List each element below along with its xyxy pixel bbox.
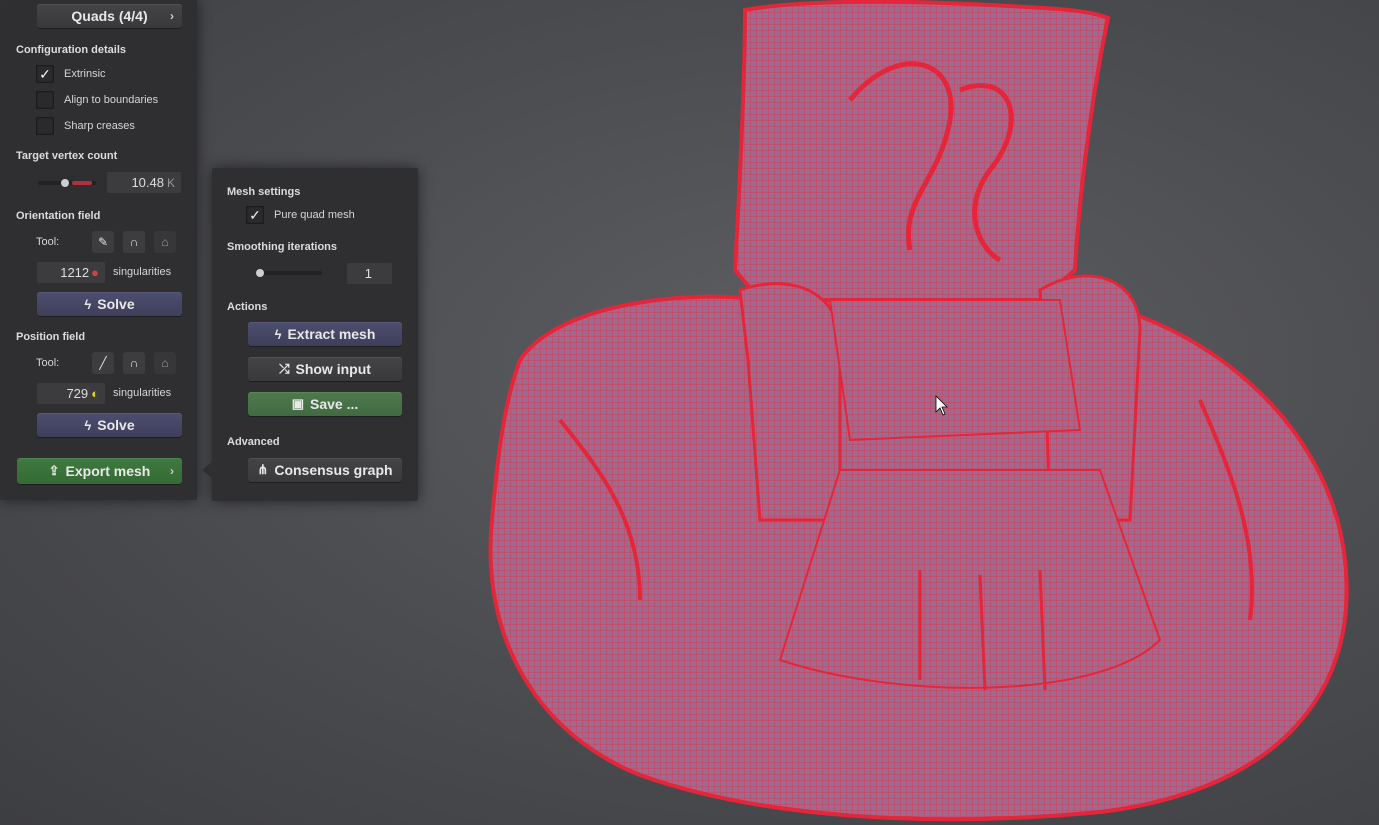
ghost-icon[interactable]: ⌂	[154, 352, 176, 374]
checkmark-icon: ✓	[39, 65, 51, 82]
vertex-count-value: 10.48	[131, 175, 164, 190]
extrinsic-checkbox-row[interactable]: ✓ Extrinsic	[36, 64, 106, 84]
export-icon: ⇪	[48, 463, 60, 478]
position-count: 729	[66, 386, 89, 401]
vertex-count-unit: K	[166, 175, 175, 190]
vertex-section-title: Target vertex count	[16, 150, 118, 162]
mesh-settings-title: Mesh settings	[227, 186, 301, 198]
popup-pointer	[202, 462, 212, 478]
show-input-label: Show input	[295, 361, 371, 377]
align-checkbox-row[interactable]: Align to boundaries	[36, 90, 158, 110]
chair-mesh	[488, 0, 1349, 822]
orientation-section-title: Orientation field	[16, 210, 101, 222]
vertex-slider-knob[interactable]	[61, 179, 69, 187]
magnet-icon[interactable]: ∩	[123, 352, 145, 374]
orientation-solve-button[interactable]: ϟ Solve	[37, 292, 182, 316]
smoothing-title: Smoothing iterations	[227, 241, 337, 253]
mode-select-button[interactable]: Quads (4/4) ›	[37, 4, 182, 28]
graph-icon: ⋔	[257, 462, 269, 477]
advanced-title: Advanced	[227, 436, 280, 448]
save-label: Save ...	[310, 396, 359, 412]
singularity-indicator-icon: ◐	[91, 386, 99, 401]
pure-quad-checkbox[interactable]: ✓	[246, 206, 264, 224]
checkmark-icon: ✓	[249, 206, 261, 223]
position-count-box: 729 ◐	[37, 383, 105, 404]
smoothing-slider[interactable]	[256, 269, 322, 277]
extract-mesh-label: Extract mesh	[287, 326, 376, 342]
floppy-icon: ▣	[291, 396, 305, 411]
config-section-title: Configuration details	[16, 44, 126, 56]
singularity-indicator-icon: ●	[91, 265, 99, 280]
vertex-count-input[interactable]: 10.48 K	[107, 172, 181, 193]
creases-checkbox-row[interactable]: Sharp creases	[36, 116, 135, 136]
export-mesh-label: Export mesh	[65, 463, 151, 479]
extract-mesh-button[interactable]: ϟ Extract mesh	[248, 322, 402, 346]
brush-icon[interactable]: ✎	[92, 231, 114, 253]
vertex-slider[interactable]	[38, 179, 96, 187]
show-input-button[interactable]: ⤮ Show input	[248, 357, 402, 381]
position-singularities-label: singularities	[113, 387, 172, 399]
smoothing-input[interactable]: 1	[347, 263, 392, 284]
position-section-title: Position field	[16, 331, 86, 343]
creases-checkbox[interactable]	[36, 117, 54, 135]
extrinsic-checkbox[interactable]: ✓	[36, 65, 54, 83]
position-tool-label: Tool:	[36, 357, 60, 369]
orientation-count: 1212	[60, 265, 90, 280]
save-button[interactable]: ▣ Save ...	[248, 392, 402, 416]
main-panel: Quads (4/4) › Configuration details ✓ Ex…	[0, 0, 197, 500]
orientation-solve-label: Solve	[97, 296, 135, 312]
position-solve-label: Solve	[97, 417, 135, 433]
lightning-icon: ϟ	[84, 417, 92, 433]
mesh-viewport[interactable]	[0, 0, 1379, 825]
export-mesh-button[interactable]: ⇪ Export mesh ›	[17, 458, 182, 484]
lightning-icon: ϟ	[274, 326, 282, 342]
creases-label: Sharp creases	[64, 120, 135, 132]
align-checkbox[interactable]	[36, 91, 54, 109]
consensus-graph-label: Consensus graph	[274, 462, 393, 478]
pencil-icon[interactable]: ╱	[92, 352, 114, 374]
ghost-icon[interactable]: ⌂	[154, 231, 176, 253]
chevron-right-icon: ›	[170, 9, 174, 23]
pure-quad-row[interactable]: ✓ Pure quad mesh	[246, 205, 355, 225]
mode-button-label: Quads (4/4)	[71, 8, 148, 24]
actions-title: Actions	[227, 301, 268, 313]
orientation-tool-label: Tool:	[36, 236, 60, 248]
position-solve-button[interactable]: ϟ Solve	[37, 413, 182, 437]
orientation-singularities-label: singularities	[113, 266, 172, 278]
shuffle-icon: ⤮	[279, 361, 290, 376]
orientation-count-box: 1212 ●	[37, 262, 105, 283]
smoothing-value: 1	[364, 266, 372, 281]
mesh-settings-panel: Mesh settings ✓ Pure quad mesh Smoothing…	[212, 168, 418, 501]
lightning-icon: ϟ	[84, 296, 92, 312]
pure-quad-label: Pure quad mesh	[274, 209, 355, 221]
smoothing-slider-knob[interactable]	[256, 269, 264, 277]
align-label: Align to boundaries	[64, 94, 159, 106]
magnet-icon[interactable]: ∩	[123, 231, 145, 253]
consensus-graph-button[interactable]: ⋔ Consensus graph	[248, 458, 402, 482]
extrinsic-label: Extrinsic	[64, 68, 106, 80]
chevron-right-icon: ›	[170, 464, 174, 478]
